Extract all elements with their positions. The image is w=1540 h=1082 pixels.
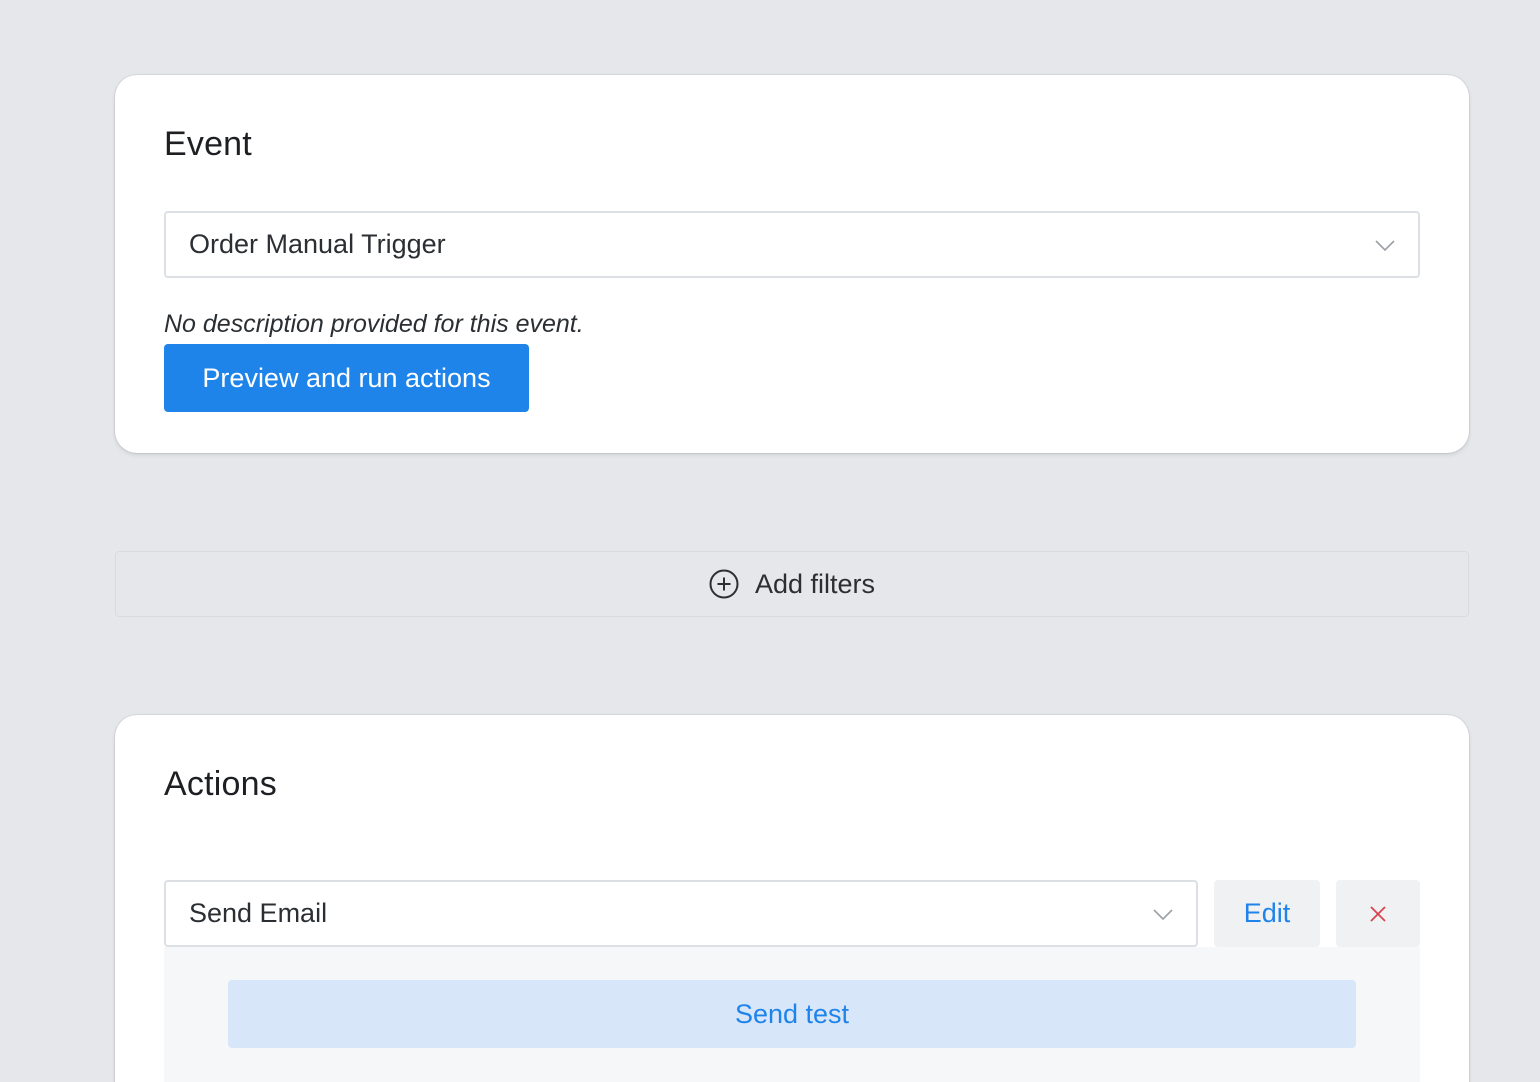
- close-icon: [1370, 905, 1386, 922]
- chevron-down-icon: [1375, 239, 1395, 251]
- edit-action-button[interactable]: Edit: [1214, 880, 1320, 947]
- remove-action-button[interactable]: [1336, 880, 1420, 947]
- page: Event Order Manual Trigger No descriptio…: [0, 0, 1540, 1082]
- action-select-value: Send Email: [189, 898, 328, 928]
- chevron-down-icon: [1153, 908, 1173, 920]
- event-card: Event Order Manual Trigger No descriptio…: [115, 75, 1469, 453]
- plus-circle-icon: [709, 569, 739, 599]
- action-select[interactable]: Send Email: [164, 880, 1198, 947]
- preview-run-actions-button[interactable]: Preview and run actions: [164, 344, 529, 412]
- add-filters-label: Add filters: [754, 568, 876, 599]
- event-select-value: Order Manual Trigger: [189, 229, 446, 259]
- add-filters-button[interactable]: Add filters: [115, 551, 1469, 617]
- event-select[interactable]: Order Manual Trigger: [164, 211, 1420, 278]
- actions-card-title: Actions: [164, 765, 277, 803]
- event-card-title: Event: [164, 125, 252, 163]
- action-settings-panel: Send test: [164, 947, 1420, 1082]
- actions-card: Actions Send Email Edit Send test: [115, 715, 1469, 1082]
- event-description: No description provided for this event.: [164, 310, 584, 338]
- send-test-button[interactable]: Send test: [228, 980, 1356, 1048]
